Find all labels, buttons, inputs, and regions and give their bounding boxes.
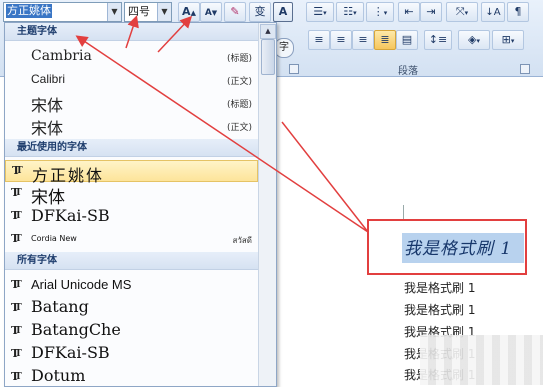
arrow-to-grow-font: [157, 15, 193, 53]
annotation-arrows: [75, 15, 369, 233]
arrow-to-font-size: [125, 15, 139, 49]
arrow-line-extension: [281, 121, 369, 233]
arrow-to-font-name: [75, 35, 369, 233]
